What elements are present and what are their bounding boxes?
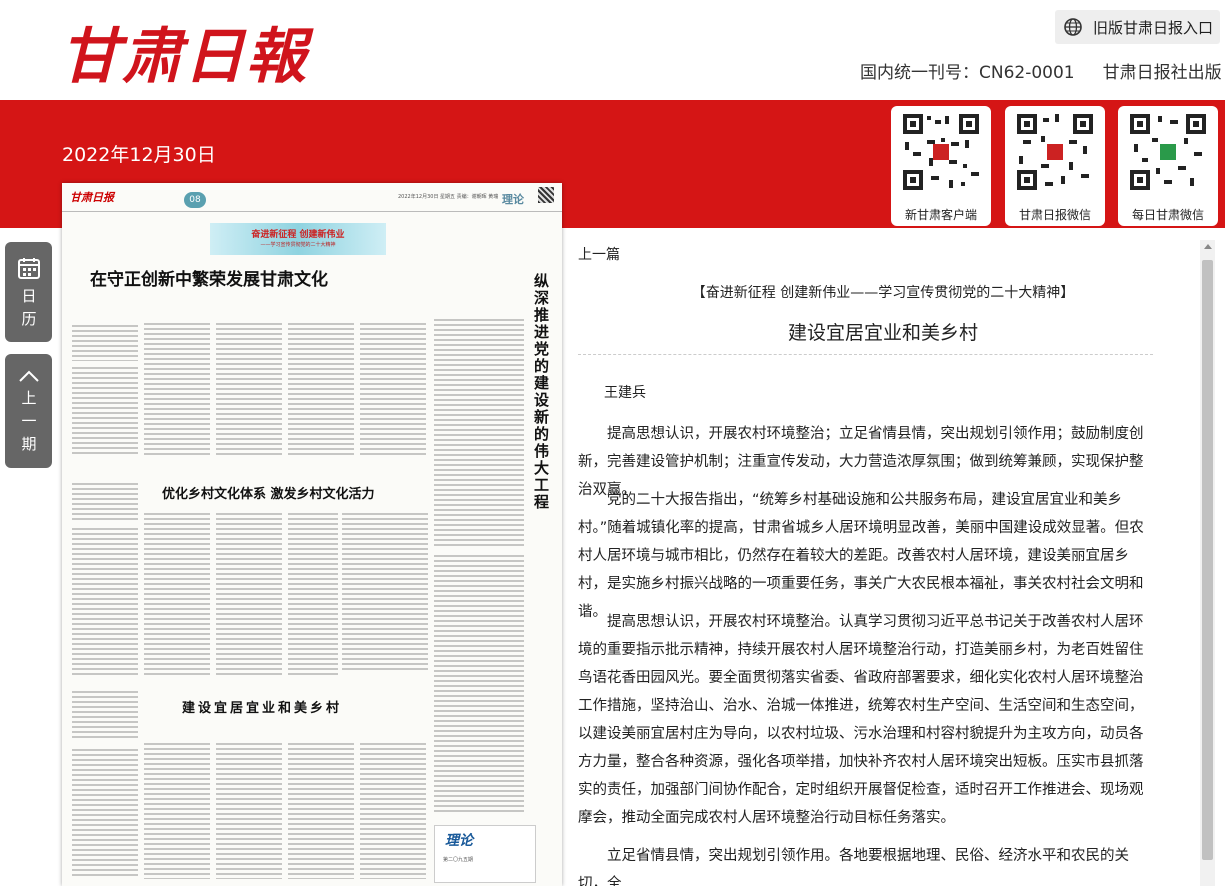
page-banner: 奋进新征程 创建新伟业 ——学习宣传贯彻党的二十大精神 (210, 223, 386, 255)
qr-code-icon (1015, 112, 1095, 192)
article-paragraph: 党的二十大报告指出，“统筹乡村基础设施和公共服务布局，建设宜居宜业和美乡村。”随… (578, 492, 1144, 620)
page-masthead: 甘肃日报 (70, 191, 114, 204)
text-column (434, 555, 524, 815)
article-headline-1[interactable]: 在守正创新中繁荣发展甘肃文化 (90, 265, 328, 290)
badge-title: 理论 (445, 833, 473, 849)
article-title: 建设宜居宜业和美乡村 (787, 322, 978, 344)
issn-text: 国内统一刊号：CN62-0001 (860, 63, 1075, 83)
calendar-label: 日历 (19, 288, 38, 334)
text-column (360, 743, 426, 879)
prev-article-link[interactable]: 上一篇 (578, 244, 620, 264)
chevron-up-icon (18, 370, 39, 382)
prev-issue-button[interactable]: 上一期 (5, 354, 52, 468)
page-column-name: 理论 (502, 193, 524, 206)
calendar-icon (17, 258, 40, 279)
globe-icon (1064, 18, 1082, 36)
text-column (72, 483, 138, 523)
text-column (72, 367, 138, 457)
banner-sub: ——学习宣传贯彻党的二十大精神 (260, 242, 336, 248)
newspaper-page-image[interactable]: 甘肃日报 08 2022年12月30日 星期五 责编：谢朝晖 黄瑞 理论 奋进新… (62, 183, 562, 886)
site-logo[interactable]: 甘肃日報 (60, 8, 308, 95)
issue-date: 2022年12月30日 (62, 144, 216, 166)
text-column (434, 319, 524, 549)
qr-card-daily: 每日甘肃微信 (1118, 106, 1218, 226)
text-column (216, 323, 282, 457)
article-headline-vertical[interactable]: 纵深推进党的建设新的伟大工程 (534, 273, 552, 511)
old-version-button[interactable]: 旧版甘肃日报入口 (1055, 10, 1220, 44)
qr-card-app: 新甘肃客户端 (891, 106, 991, 226)
article-paragraph: 立足省情县情，突出规划引领作用。各地要根据地理、民俗、经济水平和农民的关切，全 (578, 848, 1129, 886)
title-divider (578, 354, 1153, 355)
site-header: 甘肃日報 旧版甘肃日报入口 国内统一刊号：CN62-0001 甘肃日报社出版 (0, 0, 1225, 100)
text-column (72, 528, 138, 678)
scroll-up-arrow-icon[interactable] (1204, 244, 1212, 249)
article-paragraph: 提高思想认识，开展农村环境整治。认真学习贯彻习近平总书记关于改善农村人居环境的重… (578, 614, 1144, 826)
page-qr-icon (538, 187, 554, 203)
qr-card-wechat: 甘肃日报微信 (1005, 106, 1105, 226)
qr-code-icon (901, 112, 981, 192)
page-number: 08 (184, 192, 206, 208)
page-info: 2022年12月30日 星期五 责编：谢朝晖 黄瑞 (398, 194, 499, 200)
banner-main: 奋进新征程 创建新伟业 (251, 230, 345, 240)
publisher-text: 甘肃日报社出版 (1102, 63, 1222, 83)
text-column (72, 325, 138, 361)
scrollbar-thumb[interactable] (1202, 260, 1213, 860)
text-column (288, 513, 338, 678)
text-column (288, 743, 354, 879)
text-column (342, 513, 428, 673)
qr-label: 甘肃日报微信 (1018, 208, 1091, 222)
text-column (216, 743, 282, 879)
text-column (216, 513, 282, 678)
page-badge: 理论 第二〇九五期 (434, 825, 536, 883)
qr-label: 新甘肃客户端 (904, 208, 977, 222)
badge-sub: 第二〇九五期 (443, 857, 474, 863)
article-panel: 上一篇 【奋进新征程 创建新伟业——学习宣传贯彻党的二十大精神】 建设宜居宜业和… (568, 230, 1198, 886)
text-column (144, 323, 210, 457)
text-column (72, 691, 138, 741)
article-headline-2[interactable]: 优化乡村文化体系 激发乡村文化活力 (162, 483, 375, 502)
article-kicker: 【奋进新征程 创建新伟业——学习宣传贯彻党的二十大精神】 (691, 285, 1075, 301)
qr-label: 每日甘肃微信 (1131, 208, 1204, 222)
article-author: 王建兵 (604, 385, 646, 401)
prev-issue-label: 上一期 (19, 390, 38, 459)
text-column (360, 323, 426, 457)
text-column (288, 323, 354, 457)
old-version-label: 旧版甘肃日报入口 (1093, 18, 1214, 37)
text-column (72, 749, 138, 879)
text-column (144, 743, 210, 879)
article-headline-3[interactable]: 建设宜居宜业和美乡村 (182, 697, 342, 716)
publication-info: 国内统一刊号：CN62-0001 甘肃日报社出版 (860, 58, 1222, 83)
text-column (144, 513, 210, 678)
qr-code-icon (1128, 112, 1208, 192)
page-header: 甘肃日报 08 2022年12月30日 星期五 责编：谢朝晖 黄瑞 理论 (62, 183, 562, 212)
article-scrollbar[interactable] (1200, 240, 1215, 886)
calendar-button[interactable]: 日历 (5, 242, 52, 342)
